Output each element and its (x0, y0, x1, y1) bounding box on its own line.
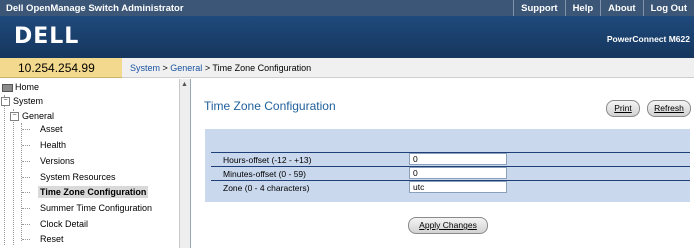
tree-branch (22, 208, 30, 209)
minutes-offset-row: Minutes-offset (0 - 59) (211, 166, 690, 179)
dell-logo: DELL (14, 24, 80, 49)
tree-item-summer-time-configuration[interactable]: Summer Time Configuration (40, 202, 152, 214)
top-nav: Support Help About Log Out (513, 0, 694, 16)
tree-branch (22, 129, 30, 130)
tree-item-reset[interactable]: Reset (40, 233, 64, 245)
tree-item-label: System (13, 96, 44, 106)
refresh-button[interactable]: Refresh (647, 100, 691, 117)
tree-line (4, 95, 5, 245)
support-link[interactable]: Support (513, 0, 564, 16)
switch-address: 10.254.254.99 (0, 58, 122, 78)
apply-changes-button[interactable]: Apply Changes (408, 217, 488, 234)
tree-item-health[interactable]: Health (40, 139, 66, 151)
app-title: Dell OpenManage Switch Administrator (6, 3, 184, 14)
hours-offset-input[interactable] (409, 153, 507, 165)
help-link[interactable]: Help (564, 0, 601, 16)
zone-input[interactable] (409, 181, 507, 193)
minutes-offset-input[interactable] (409, 167, 507, 179)
breadcrumb: System > General > Time Zone Configurati… (122, 58, 694, 78)
breadcrumb-system[interactable]: System (130, 63, 160, 73)
tree-branch (22, 239, 30, 240)
about-link[interactable]: About (600, 0, 642, 16)
log-out-link[interactable]: Log Out (642, 0, 694, 16)
breadcrumb-separator: > (202, 63, 213, 73)
navigation-tree: Home − System − General Asset Health Versi… (0, 79, 191, 248)
breadcrumb-separator: > (160, 63, 171, 73)
tree-branch (22, 177, 30, 178)
top-bar: Dell OpenManage Switch Administrator Sup… (0, 0, 694, 16)
tree-branch (22, 192, 30, 193)
tree-item-system[interactable]: − System (1, 95, 43, 107)
tree-scrollbar[interactable]: ▲ (179, 79, 190, 248)
breadcrumb-current: Time Zone Configuration (212, 63, 312, 73)
tree-item-clock-detail[interactable]: Clock Detail (40, 218, 88, 230)
tree-item-asset[interactable]: Asset (40, 123, 63, 135)
main-content: Time Zone Configuration Print Refresh Ho… (192, 79, 694, 248)
breadcrumb-general[interactable]: General (170, 63, 202, 73)
tree-item-label: General (22, 111, 55, 121)
collapse-icon[interactable]: − (1, 97, 10, 107)
tree-item-time-zone-configuration[interactable]: Time Zone Configuration (38, 186, 149, 198)
print-button[interactable]: Print (606, 100, 640, 117)
tree-line (13, 109, 14, 245)
tree-item-label: Home (15, 82, 40, 92)
tree-item-system-resources[interactable]: System Resources (40, 171, 116, 183)
collapse-icon[interactable]: − (10, 112, 19, 122)
tree-branch (22, 161, 30, 162)
hours-offset-row: Hours-offset (-12 - +13) (211, 152, 690, 165)
zone-row: Zone (0 - 4 characters) (211, 180, 690, 193)
page-title: Time Zone Configuration (204, 99, 336, 113)
switch-model: PowerConnect M622 (606, 34, 690, 44)
minutes-offset-label: Minutes-offset (0 - 59) (223, 169, 306, 179)
tree-item-general[interactable]: − General (10, 110, 54, 122)
scroll-up-icon[interactable]: ▲ (181, 81, 188, 88)
hours-offset-label: Hours-offset (-12 - +13) (223, 155, 312, 165)
zone-label: Zone (0 - 4 characters) (223, 183, 310, 193)
home-icon (2, 83, 13, 92)
tree-branch (22, 145, 30, 146)
tree-item-versions[interactable]: Versions (40, 155, 75, 167)
banner: DELL PowerConnect M622 (0, 16, 694, 58)
tree-branch (22, 224, 30, 225)
time-zone-form: Hours-offset (-12 - +13) Minutes-offset … (205, 129, 690, 202)
tree-item-home[interactable]: Home (2, 81, 39, 93)
